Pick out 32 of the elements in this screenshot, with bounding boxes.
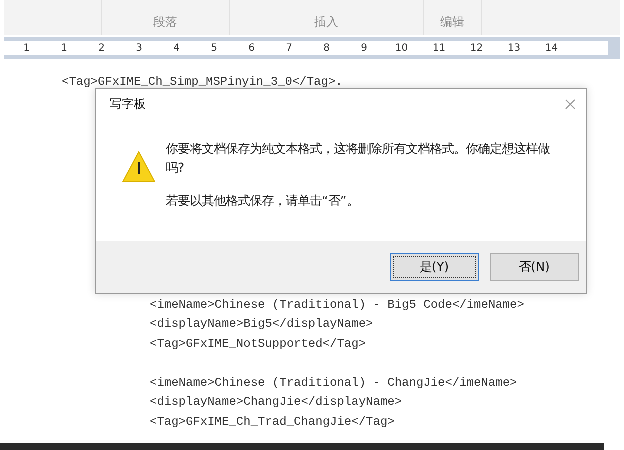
ruler-number: 6 [248, 42, 256, 54]
code-line: <displayName>ChangJie</displayName> [150, 394, 404, 411]
close-icon[interactable] [565, 98, 576, 110]
ruler-number: 14 [544, 42, 560, 54]
ruler-number: 11 [432, 42, 447, 54]
dialog-message: 你要将文档保存为纯文本格式，这将删除所有文档格式。你确定想这样做吗? [166, 140, 551, 177]
dialog-title: 写字板 [110, 96, 146, 112]
yes-button[interactable]: 是(Y) [390, 253, 479, 281]
ruler-number: 10 [394, 42, 410, 54]
ruler-number: 1 [22, 42, 31, 54]
code-line: <Tag>GFxIME_Ch_Simp_MSPinyin_3_0</Tag>. [62, 74, 344, 91]
ruler-number: 12 [469, 42, 484, 54]
no-button[interactable]: 否(N) [490, 253, 579, 281]
ribbon-group-label: 编辑 [440, 14, 464, 31]
code-line: <imeName>Chinese (Traditional) - ChangJie</imeName> [150, 374, 518, 392]
ruler-number: 13 [506, 42, 522, 54]
code-line: <displayName>Big5</displayName> [150, 316, 374, 333]
ruler-number: 2 [98, 42, 106, 54]
code-line: <Tag>GFxIME_NotSupported</Tag> [150, 336, 368, 352]
dialog-hint: 若要以其他格式保存，请单击“否”。 [166, 192, 360, 210]
ruler-number: 7 [285, 42, 294, 54]
warning-icon [122, 151, 156, 183]
ruler-number: 9 [360, 42, 368, 54]
ruler-number: 8 [322, 42, 331, 54]
ruler-number: 4 [172, 42, 181, 54]
code-line: <Tag>GFxIME_Ch_Trad_ChangJie</Tag> [150, 414, 396, 430]
ruler-number: 3 [135, 42, 144, 54]
ruler-number: 5 [210, 42, 218, 54]
code-line: <imeName>Chinese (Traditional) - Big5 Code</imeName> [150, 296, 526, 314]
ribbon-group-label: 段落 [154, 14, 178, 31]
ruler-number: 1 [60, 42, 68, 54]
ribbon-group-label: 插入 [314, 14, 338, 31]
